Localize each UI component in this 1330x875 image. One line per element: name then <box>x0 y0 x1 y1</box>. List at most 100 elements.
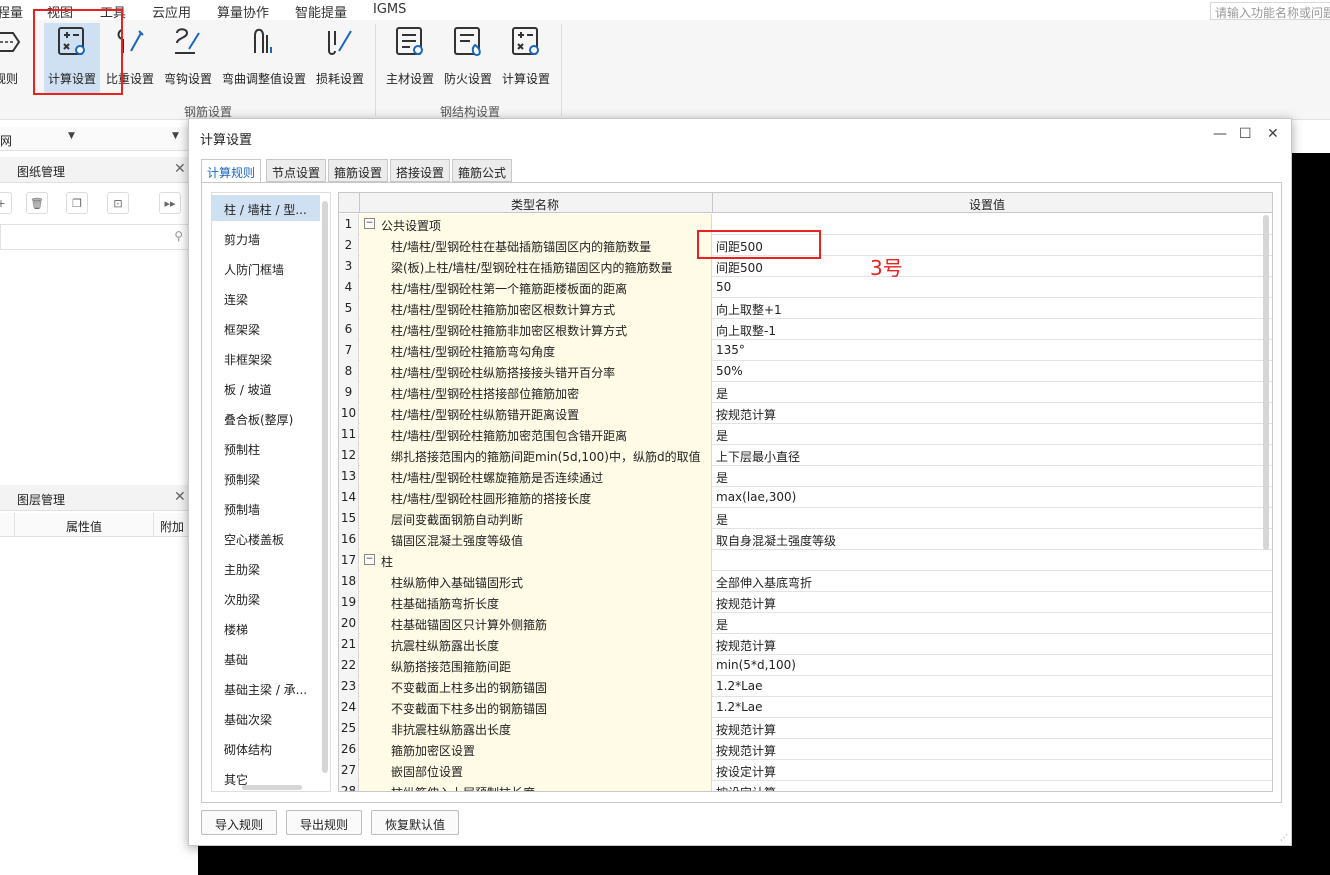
main-material-settings-button[interactable]: 主材设置 <box>383 23 437 93</box>
category-item[interactable]: 基础 <box>212 645 320 671</box>
table-row[interactable]: 13 柱/墙柱/型钢砼柱螺旋箍筋是否连续通过 是 <box>339 466 1272 487</box>
table-row[interactable]: 21 抗震柱纵筋露出长度 按规范计算 <box>339 634 1272 655</box>
category-item[interactable]: 非框架梁 <box>212 345 320 371</box>
setting-value-cell[interactable]: max(lae,300) <box>716 487 1256 508</box>
resize-grip-icon[interactable]: ⋰ <box>1280 833 1288 842</box>
loss-settings-button[interactable]: 损耗设置 <box>314 23 366 93</box>
import-rules-button[interactable]: 导入规则 <box>201 810 278 835</box>
category-item[interactable]: 剪力墙 <box>212 225 320 251</box>
category-item[interactable]: 主肋梁 <box>212 555 320 581</box>
table-row[interactable]: 18 柱纵筋伸入基础锚固形式 全部伸入基底弯折 <box>339 571 1272 592</box>
scrollbar[interactable] <box>322 201 328 773</box>
menu-item-igms[interactable]: IGMS <box>373 2 406 17</box>
table-row[interactable]: 6 柱/墙柱/型钢砼柱箍筋非加密区根数计算方式 向上取整-1 <box>339 319 1272 340</box>
category-item[interactable]: 叠合板(整厚) <box>212 405 320 431</box>
setting-value-cell[interactable]: 1.2*Lae <box>716 676 1256 697</box>
menu-item-smart[interactable]: 智能提量 <box>295 2 347 21</box>
table-row[interactable]: 22 纵筋搭接范围箍筋间距 min(5*d,100) <box>339 655 1272 676</box>
setting-value-cell[interactable]: 是 <box>716 613 1256 634</box>
setting-value-cell[interactable]: 1.2*Lae <box>716 697 1256 718</box>
table-row[interactable]: 19 柱基础插筋弯折长度 按规范计算 <box>339 592 1272 613</box>
menu-item-quantity[interactable]: 程量 <box>0 2 23 21</box>
setting-value-cell[interactable]: min(5*d,100) <box>716 655 1256 676</box>
category-item[interactable]: 空心楼盖板 <box>212 525 320 551</box>
category-item[interactable]: 楼梯 <box>212 615 320 641</box>
collapse-icon[interactable]: − <box>364 218 375 229</box>
table-row[interactable]: 24 不变截面下柱多出的钢筋锚固 1.2*Lae <box>339 697 1272 718</box>
fireproof-settings-button[interactable]: 防火设置 <box>441 23 495 93</box>
hook-settings-button[interactable]: 弯钩设置 <box>162 23 214 93</box>
setting-value-cell[interactable]: 是 <box>716 424 1256 445</box>
drawing-search-input[interactable]: ⚲ <box>0 224 190 250</box>
bend-adjust-settings-button[interactable]: 弯曲调整值设置 <box>220 23 308 93</box>
setting-value-cell[interactable]: 50 <box>716 277 1256 298</box>
menu-item-cloud[interactable]: 云应用 <box>152 2 191 21</box>
category-item[interactable]: 柱 / 墙柱 / 型... <box>212 195 320 221</box>
locate-icon[interactable]: ⊡ <box>107 192 129 214</box>
setting-value-cell[interactable]: 是 <box>716 466 1256 487</box>
setting-value-cell[interactable]: 向上取整+1 <box>716 298 1256 319</box>
close-icon[interactable]: ✕ <box>174 489 186 505</box>
table-row[interactable]: 14 柱/墙柱/型钢砼柱圆形箍筋的搭接长度 max(lae,300) <box>339 487 1272 508</box>
table-row[interactable]: 12 绑扎搭接范围内的箍筋间距min(5d,100)中，纵筋d的取值 上下层最小直径 <box>339 445 1272 466</box>
setting-value-cell[interactable]: 按设定计算 <box>716 760 1256 781</box>
minimize-icon[interactable]: — <box>1213 126 1227 142</box>
scrollbar[interactable] <box>242 785 302 790</box>
setting-value-cell[interactable]: 按规范计算 <box>716 634 1256 655</box>
tab-node-settings[interactable]: 节点设置 <box>266 159 327 182</box>
tab-stirrup-formula[interactable]: 箍筋公式 <box>452 159 513 182</box>
setting-value-cell[interactable]: 是 <box>716 508 1256 529</box>
table-row[interactable]: 26 箍筋加密区设置 按规范计算 <box>339 739 1272 760</box>
close-icon[interactable]: ✕ <box>174 161 186 177</box>
setting-value-cell[interactable]: 间距500 <box>716 256 1256 277</box>
table-row[interactable]: 25 非抗震柱纵筋露出长度 按规范计算 <box>339 718 1272 739</box>
setting-value-cell[interactable]: 按规范计算 <box>716 592 1256 613</box>
setting-value-cell[interactable]: 按规范计算 <box>716 403 1256 424</box>
table-row[interactable]: 17− 柱 <box>339 550 1272 571</box>
category-item[interactable]: 基础主梁 / 承... <box>212 675 320 701</box>
maximize-icon[interactable]: ☐ <box>1239 126 1252 142</box>
scrollbar[interactable] <box>1263 215 1269 550</box>
export-rules-button[interactable]: 导出规则 <box>286 810 363 835</box>
category-item[interactable]: 预制墙 <box>212 495 320 521</box>
table-row[interactable]: 9 柱/墙柱/型钢砼柱搭接部位箍筋加密 是 <box>339 382 1272 403</box>
table-row[interactable]: 5 柱/墙柱/型钢砼柱箍筋加密区根数计算方式 向上取整+1 <box>339 298 1272 319</box>
category-item[interactable]: 板 / 坡道 <box>212 375 320 401</box>
tab-lap-settings[interactable]: 搭接设置 <box>390 159 451 182</box>
setting-value-cell[interactable] <box>716 550 1256 571</box>
restore-defaults-button[interactable]: 恢复默认值 <box>371 810 460 835</box>
setting-value-cell[interactable]: 上下层最小直径 <box>716 445 1256 466</box>
table-row[interactable]: 23 不变截面上柱多出的钢筋锚固 1.2*Lae <box>339 676 1272 697</box>
category-item[interactable]: 次肋梁 <box>212 585 320 611</box>
setting-value-cell[interactable]: 向上取整-1 <box>716 319 1256 340</box>
category-item[interactable]: 砌体结构 <box>212 735 320 761</box>
table-row[interactable]: 15 层间变截面钢筋自动判断 是 <box>339 508 1272 529</box>
table-row[interactable]: 8 柱/墙柱/型钢砼柱纵筋搭接接头错开百分率 50% <box>339 361 1272 382</box>
setting-value-cell[interactable]: 取自身混凝土强度等级 <box>716 529 1256 550</box>
category-item[interactable]: 预制柱 <box>212 435 320 461</box>
table-row[interactable]: 4 柱/墙柱/型钢砼柱第一个箍筋距楼板面的距离 50 <box>339 277 1272 298</box>
table-row[interactable]: 28 柱纵筋伸入上层预制柱长度 按设定计算 <box>339 781 1272 791</box>
menu-item-collab[interactable]: 算量协作 <box>217 2 269 21</box>
table-row[interactable]: 3 梁(板)上柱/墙柱/型钢砼柱在插筋锚固区内的箍筋数量 间距500 <box>339 256 1272 277</box>
setting-value-cell[interactable]: 50% <box>716 361 1256 382</box>
table-row[interactable]: 16 锚固区混凝土强度等级值 取自身混凝土强度等级 <box>339 529 1272 550</box>
setting-value-cell[interactable]: 按设定计算 <box>716 781 1256 791</box>
setting-value-cell[interactable]: 按规范计算 <box>716 718 1256 739</box>
table-row[interactable]: 20 柱基础锚固区只计算外侧箍筋 是 <box>339 613 1272 634</box>
function-search-input[interactable]: 请输入功能名称或问题 <box>1210 2 1330 20</box>
steel-calc-settings-button[interactable]: 计算设置 <box>499 23 553 93</box>
category-item[interactable]: 人防门框墙 <box>212 255 320 281</box>
setting-value-cell[interactable]: 135° <box>716 340 1256 361</box>
table-row[interactable]: 11 柱/墙柱/型钢砼柱箍筋加密范围包含错开距离 是 <box>339 424 1272 445</box>
tab-stirrup-settings[interactable]: 箍筋设置 <box>328 159 389 182</box>
table-row[interactable]: 7 柱/墙柱/型钢砼柱箍筋弯勾角度 135° <box>339 340 1272 361</box>
category-item[interactable]: 连梁 <box>212 285 320 311</box>
table-row[interactable]: 10 柱/墙柱/型钢砼柱纵筋错开距离设置 按规范计算 <box>339 403 1272 424</box>
category-item[interactable]: 基础次梁 <box>212 705 320 731</box>
rules-button-partial[interactable]: 规则 <box>0 23 26 93</box>
close-icon[interactable]: ✕ <box>1267 126 1279 142</box>
delete-icon[interactable]: 🗑 <box>26 192 48 214</box>
category-item[interactable]: 预制梁 <box>212 465 320 491</box>
collapse-icon[interactable]: − <box>364 554 375 565</box>
